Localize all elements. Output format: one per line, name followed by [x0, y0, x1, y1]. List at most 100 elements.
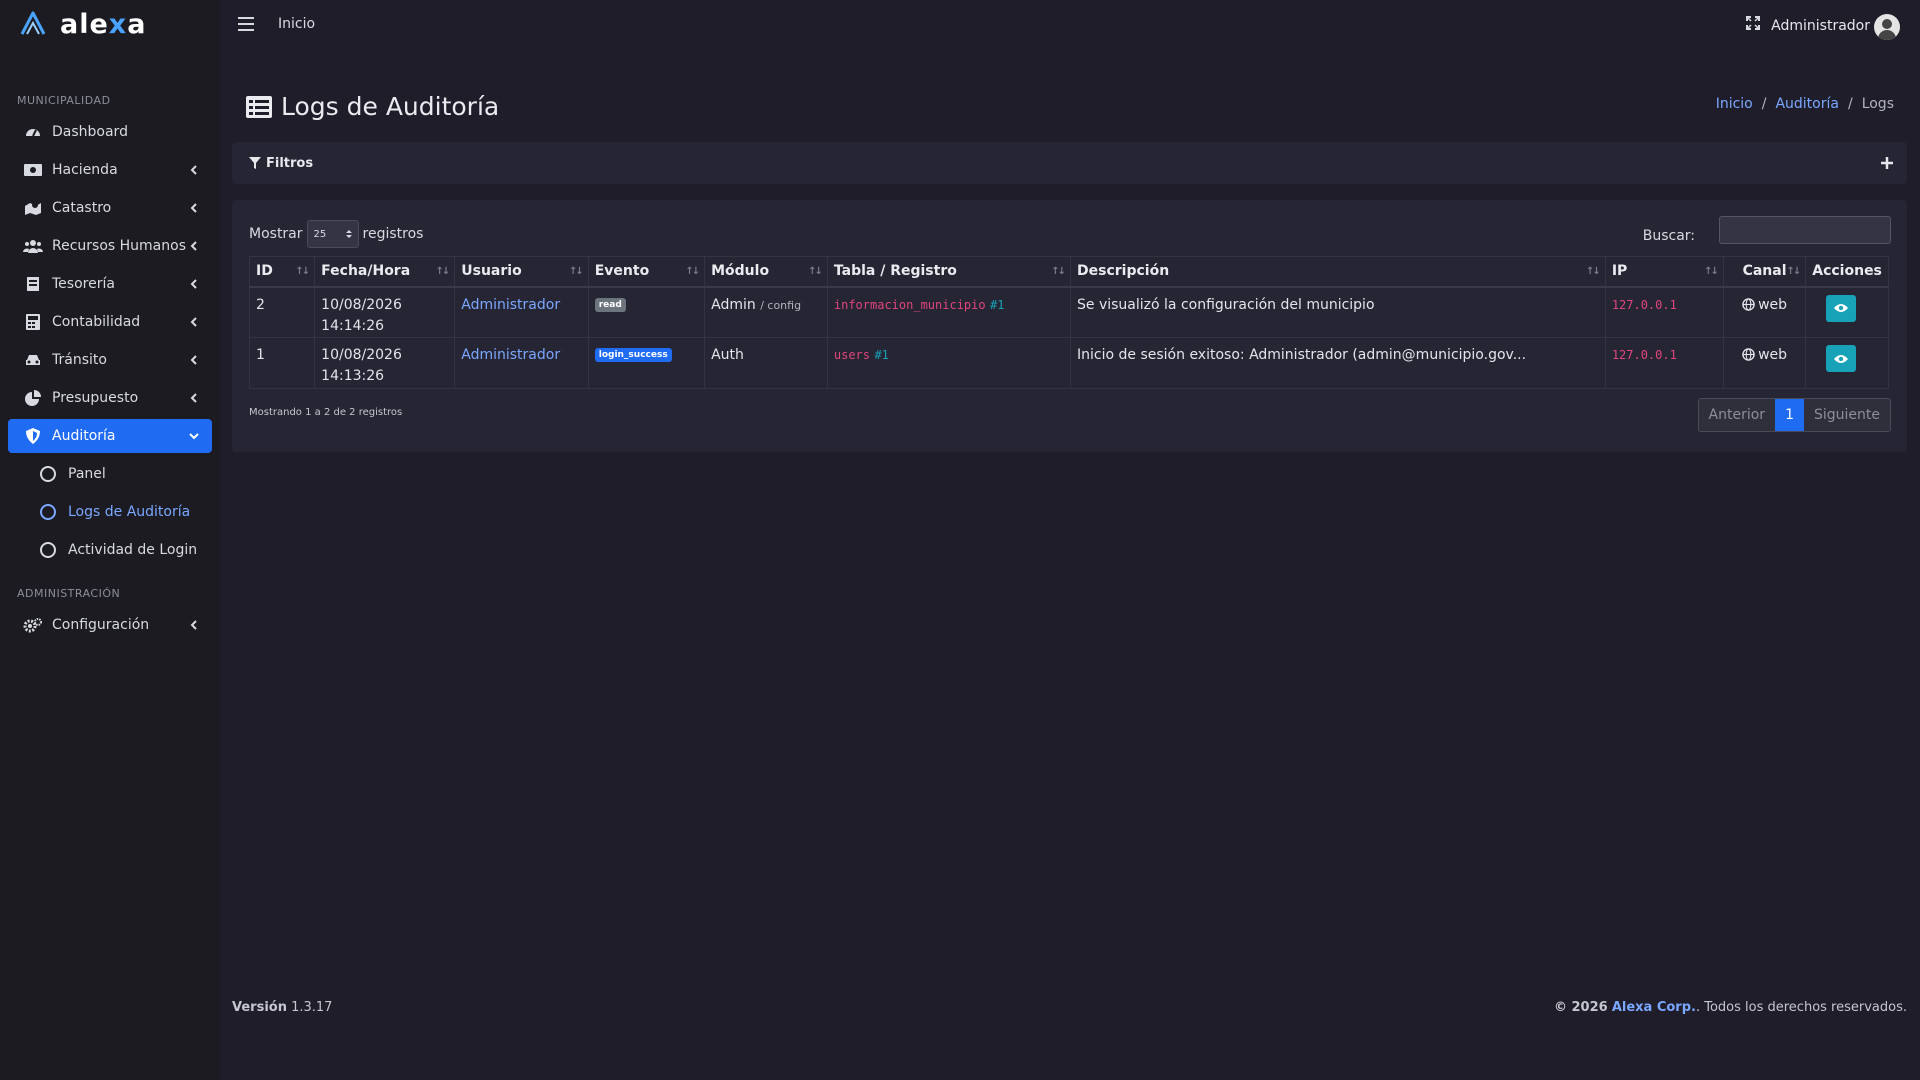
breadcrumb: Inicio / Auditoría / Logs: [1716, 96, 1894, 112]
top-home-link[interactable]: Inicio: [278, 16, 315, 32]
cell-datetime: 10/08/2026 14:13:26: [314, 337, 456, 389]
sidebar-item-dashboard[interactable]: Dashboard: [8, 115, 212, 149]
eye-icon: [1834, 304, 1849, 312]
column-header-canal[interactable]: Canal ↑↓: [1722, 256, 1807, 288]
brand[interactable]: alexa: [0, 0, 220, 48]
breadcrumb-separator: /: [1761, 96, 1767, 112]
circle-icon: [40, 466, 56, 482]
sidebar-item-tesoreria[interactable]: Tesorería: [8, 267, 212, 301]
calculator-icon: [23, 313, 43, 331]
company-link[interactable]: Alexa Corp.: [1612, 1000, 1696, 1015]
chevron-left-icon: [190, 317, 197, 327]
cell-table-record: informacion_municipio #1: [826, 286, 1072, 338]
page-length-value: 25: [313, 228, 327, 240]
column-header-descripcion[interactable]: Descripción ↑↓: [1070, 256, 1606, 288]
shield-icon: [23, 427, 43, 445]
sort-icon: ↑↓: [685, 266, 700, 277]
pagination-previous[interactable]: Anterior: [1698, 399, 1776, 431]
footer-copyright: © 2026 Alexa Corp.. Todos los derechos r…: [1553, 1000, 1907, 1015]
sidebar-subitem-logs[interactable]: Logs de Auditoría: [8, 495, 212, 529]
sidebar-item-hacienda[interactable]: Hacienda: [8, 153, 212, 187]
event-badge: read: [594, 297, 626, 312]
cell-description: Se visualizó la configuración del munici…: [1070, 286, 1606, 338]
globe-icon: [1742, 297, 1755, 311]
pie-chart-icon: [23, 389, 43, 407]
sidebar-item-configuracion[interactable]: Configuración: [8, 608, 212, 642]
column-header-evento[interactable]: Evento ↑↓: [587, 256, 706, 288]
table-row[interactable]: 1 10/08/2026 14:13:26 Administrador login…: [248, 337, 1889, 389]
view-button[interactable]: [1826, 345, 1857, 372]
view-button[interactable]: [1826, 294, 1857, 322]
column-header-acciones: Acciones: [1805, 256, 1889, 288]
sidebar-nav: Dashboard Hacienda Catastro Recursos Hum…: [0, 115, 220, 453]
page-title: Logs de Auditoría: [246, 92, 499, 121]
cell-user-link[interactable]: Administrador: [454, 286, 589, 338]
sidebar-item-contabilidad[interactable]: Contabilidad: [8, 305, 212, 339]
breadcrumb-separator: /: [1847, 96, 1853, 112]
cell-module: Admin / config: [704, 286, 828, 338]
sidebar-item-label: Configuración: [52, 617, 150, 633]
column-header-tabla[interactable]: Tabla / Registro ↑↓: [826, 256, 1072, 288]
cell-event: login_success: [587, 337, 706, 389]
cell-id: 2: [248, 286, 316, 338]
page-length-select[interactable]: 25: [306, 220, 359, 248]
chevron-down-icon: [189, 433, 199, 440]
list-icon: [246, 95, 272, 118]
sidebar-item-transito[interactable]: Tránsito: [8, 343, 212, 377]
menu-toggle-icon[interactable]: [238, 17, 254, 31]
search-input[interactable]: [1719, 216, 1891, 244]
sort-icon: ↑↓: [1786, 266, 1801, 277]
filters-card[interactable]: Filtros: [232, 142, 1907, 184]
sidebar-item-label: Recursos Humanos: [52, 238, 186, 254]
column-header-modulo[interactable]: Módulo ↑↓: [704, 256, 828, 288]
column-header-ip[interactable]: IP ↑↓: [1604, 256, 1724, 288]
sidebar-item-label: Catastro: [52, 200, 112, 216]
column-header-fecha[interactable]: Fecha/Hora ↑↓: [314, 256, 456, 288]
users-icon: [23, 237, 43, 255]
cell-user-link[interactable]: Administrador: [454, 337, 589, 389]
cell-description: Inicio de sesión exitoso: Administrador …: [1070, 337, 1606, 389]
sort-icon: ↑↓: [808, 266, 823, 277]
cell-event: read: [587, 286, 706, 338]
logs-table-card: Mostrar 25 registros Buscar: ID ↑↓ Fecha/…: [232, 200, 1907, 452]
sort-icon: ↑↓: [1051, 266, 1066, 277]
sidebar-subitem-panel[interactable]: Panel: [8, 457, 212, 491]
user-menu[interactable]: Administrador: [1771, 18, 1870, 34]
gears-icon: [23, 616, 43, 634]
table-row[interactable]: 2 10/08/2026 14:14:26 Administrador read …: [248, 286, 1889, 338]
sidebar-item-label: Tránsito: [52, 352, 107, 368]
brand-name: alexa: [60, 8, 147, 40]
records-label: registros: [362, 226, 424, 242]
cell-module: Auth: [704, 337, 828, 389]
sidebar-subitem-login-activity[interactable]: Actividad de Login: [8, 533, 212, 567]
sidebar-item-presupuesto[interactable]: Presupuesto: [8, 381, 212, 415]
cell-actions: [1805, 337, 1889, 389]
chevron-left-icon: [190, 203, 197, 213]
plus-icon[interactable]: [1881, 157, 1893, 169]
footer-version: Versión 1.3.17: [232, 1000, 333, 1015]
sidebar-item-recursos-humanos[interactable]: Recursos Humanos: [8, 229, 212, 263]
pagination-next[interactable]: Siguiente: [1803, 399, 1890, 431]
fullscreen-icon[interactable]: [1746, 16, 1760, 30]
pagination-page-1[interactable]: 1: [1775, 399, 1804, 431]
chevron-left-icon: [190, 165, 197, 175]
sort-icon: ↑↓: [1586, 266, 1601, 277]
avatar[interactable]: [1874, 14, 1900, 40]
sidebar-item-auditoria[interactable]: Auditoría: [8, 419, 212, 453]
cell-ip: 127.0.0.1: [1604, 286, 1724, 338]
filters-title: Filtros: [266, 155, 314, 171]
cell-table-record: users #1: [826, 337, 1072, 389]
column-header-usuario[interactable]: Usuario ↑↓: [454, 256, 589, 288]
table-header-row: ID ↑↓ Fecha/Hora ↑↓ Usuario ↑↓ Evento ↑↓ Mód…: [248, 256, 1889, 288]
column-header-id[interactable]: ID ↑↓: [248, 256, 316, 288]
breadcrumb-inicio[interactable]: Inicio: [1716, 96, 1753, 112]
sidebar-item-catastro[interactable]: Catastro: [8, 191, 212, 225]
breadcrumb-auditoria[interactable]: Auditoría: [1775, 96, 1839, 112]
chevron-left-icon: [190, 355, 197, 365]
cell-id: 1: [248, 337, 316, 389]
sidebar-subitem-label: Panel: [68, 466, 106, 482]
cell-channel: web: [1722, 286, 1807, 338]
page-title-text: Logs de Auditoría: [281, 92, 500, 121]
sidebar-item-label: Contabilidad: [52, 314, 141, 330]
sidebar-item-label: Hacienda: [52, 162, 118, 178]
